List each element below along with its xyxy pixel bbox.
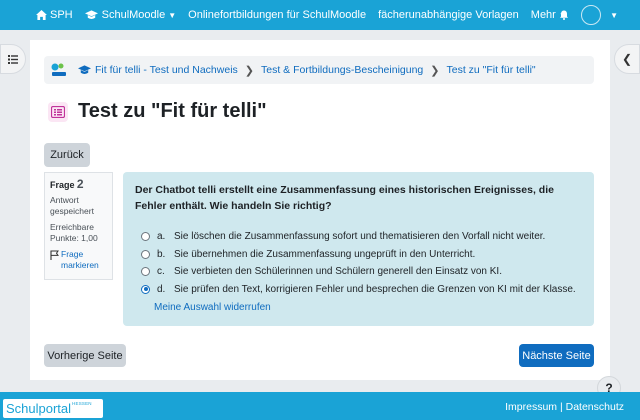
nav-mehr-label: Mehr [530,9,556,21]
radio-a[interactable] [141,232,150,242]
chevron-right-icon: ❯ [430,64,440,77]
answer-letter: a. [157,231,166,243]
home-icon [36,10,47,20]
user-menu-chevron-icon[interactable]: ▼ [610,11,618,20]
nav-home[interactable]: SPH [36,9,73,21]
question-box: Der Chatbot telli erstellt eine Zusammen… [123,172,594,326]
answer-option-d[interactable]: d. Sie prüfen den Text, korrigieren Fehl… [135,281,582,299]
logo-text: Schulportal [6,401,72,416]
radio-d[interactable] [141,284,150,294]
footer: Schulportal HESSEN Impressum | Datenschu… [0,392,640,420]
nav-schulmoodle-label: SchulMoodle [101,9,166,21]
radio-c[interactable] [141,267,150,277]
datenschutz-link[interactable]: Datenschutz [566,401,624,413]
radio-b[interactable] [141,249,150,259]
chevron-right-icon: ❯ [244,64,254,77]
question-number: Frage 2 [50,177,84,191]
question-points: Erreichbare Punkte: 1,00 [50,222,98,243]
answer-letter: b. [157,248,166,260]
answer-list: a. Sie löschen die Zusammenfassung sofor… [135,228,582,298]
flag-question-label: Frage markieren [61,249,99,270]
previous-page-button[interactable]: Vorherige Seite [44,344,126,367]
answer-text: Sie löschen die Zusammenfassung sofort u… [174,231,546,243]
logo-subtext: HESSEN [72,401,92,406]
next-page-button[interactable]: Nächste Seite [519,344,594,367]
breadcrumb-quiz[interactable]: Test zu "Fit für telli" [446,64,535,76]
answer-option-b[interactable]: b. Sie übernehmen die Zusammenfassung un… [135,246,582,264]
answer-text: Sie prüfen den Text, korrigieren Fehler … [174,283,576,295]
schulportal-logo[interactable]: Schulportal HESSEN [3,399,103,418]
answer-letter: c. [157,266,165,278]
answer-option-a[interactable]: a. Sie löschen die Zusammenfassung sofor… [135,228,582,246]
answer-text: Sie übernehmen die Zusammenfassung ungep… [174,248,476,260]
back-button[interactable]: Zurück [44,143,90,167]
flag-question-link[interactable]: Frage markieren [50,249,107,271]
clear-choice-link[interactable]: Meine Auswahl widerrufen [154,302,582,313]
page-header: Test zu "Fit für telli" [48,100,267,123]
notifications-bell-icon[interactable] [559,10,569,20]
quiz-icon [48,101,68,122]
course-index-toggle[interactable] [0,44,26,74]
nav-vorlagen-label: fächerunabhängige Vorlagen [378,9,519,21]
nav-home-label: SPH [50,9,73,21]
impressum-link[interactable]: Impressum [505,401,557,413]
breadcrumb-section[interactable]: Test & Fortbildungs-Bescheinigung [261,64,423,76]
navbar-right: ▼ [559,0,618,30]
answer-letter: d. [157,283,166,295]
nav-schulmoodle[interactable]: SchulMoodle ▼ [84,9,177,21]
flag-icon [50,250,59,260]
graduation-cap-icon [78,65,91,74]
graduation-cap-icon [84,10,98,19]
breadcrumb: Fit für telli - Test und Nachweis ❯ Test… [44,56,594,84]
question-info: Frage 2 Antwort gespeichert Erreichbare … [44,172,113,280]
answer-option-c[interactable]: c. Sie verbieten den Schülerinnen und Sc… [135,263,582,281]
nav-onlinefortbildungen[interactable]: Onlinefortbildungen für SchulMoodle [188,9,366,21]
breadcrumb-course[interactable]: Fit für telli - Test und Nachweis [95,64,238,76]
list-icon [8,54,18,64]
nav-vorlagen[interactable]: fächerunabhängige Vorlagen [378,9,519,21]
question-text: Der Chatbot telli erstellt eine Zusammen… [135,184,554,212]
course-logo-icon [51,63,66,76]
page-title: Test zu "Fit für telli" [78,100,267,122]
question-state: Antwort gespeichert [50,195,94,216]
chevron-down-icon: ▼ [168,10,177,20]
footer-links: Impressum | Datenschutz [505,401,624,413]
block-drawer-toggle[interactable]: ❮ [614,44,640,74]
main-content: Fit für telli - Test und Nachweis ❯ Test… [30,40,610,380]
nav-onlinefortbildungen-label: Onlinefortbildungen für SchulMoodle [188,9,367,21]
user-avatar[interactable] [581,5,602,25]
top-navbar: SPH SchulMoodle ▼ Onlinefortbildungen fü… [0,0,640,30]
question-number-value: 2 [76,177,84,191]
chevron-left-icon: ❮ [621,52,633,66]
footer-separator: | [559,401,563,413]
answer-text: Sie verbieten den Schülerinnen und Schül… [174,266,502,278]
